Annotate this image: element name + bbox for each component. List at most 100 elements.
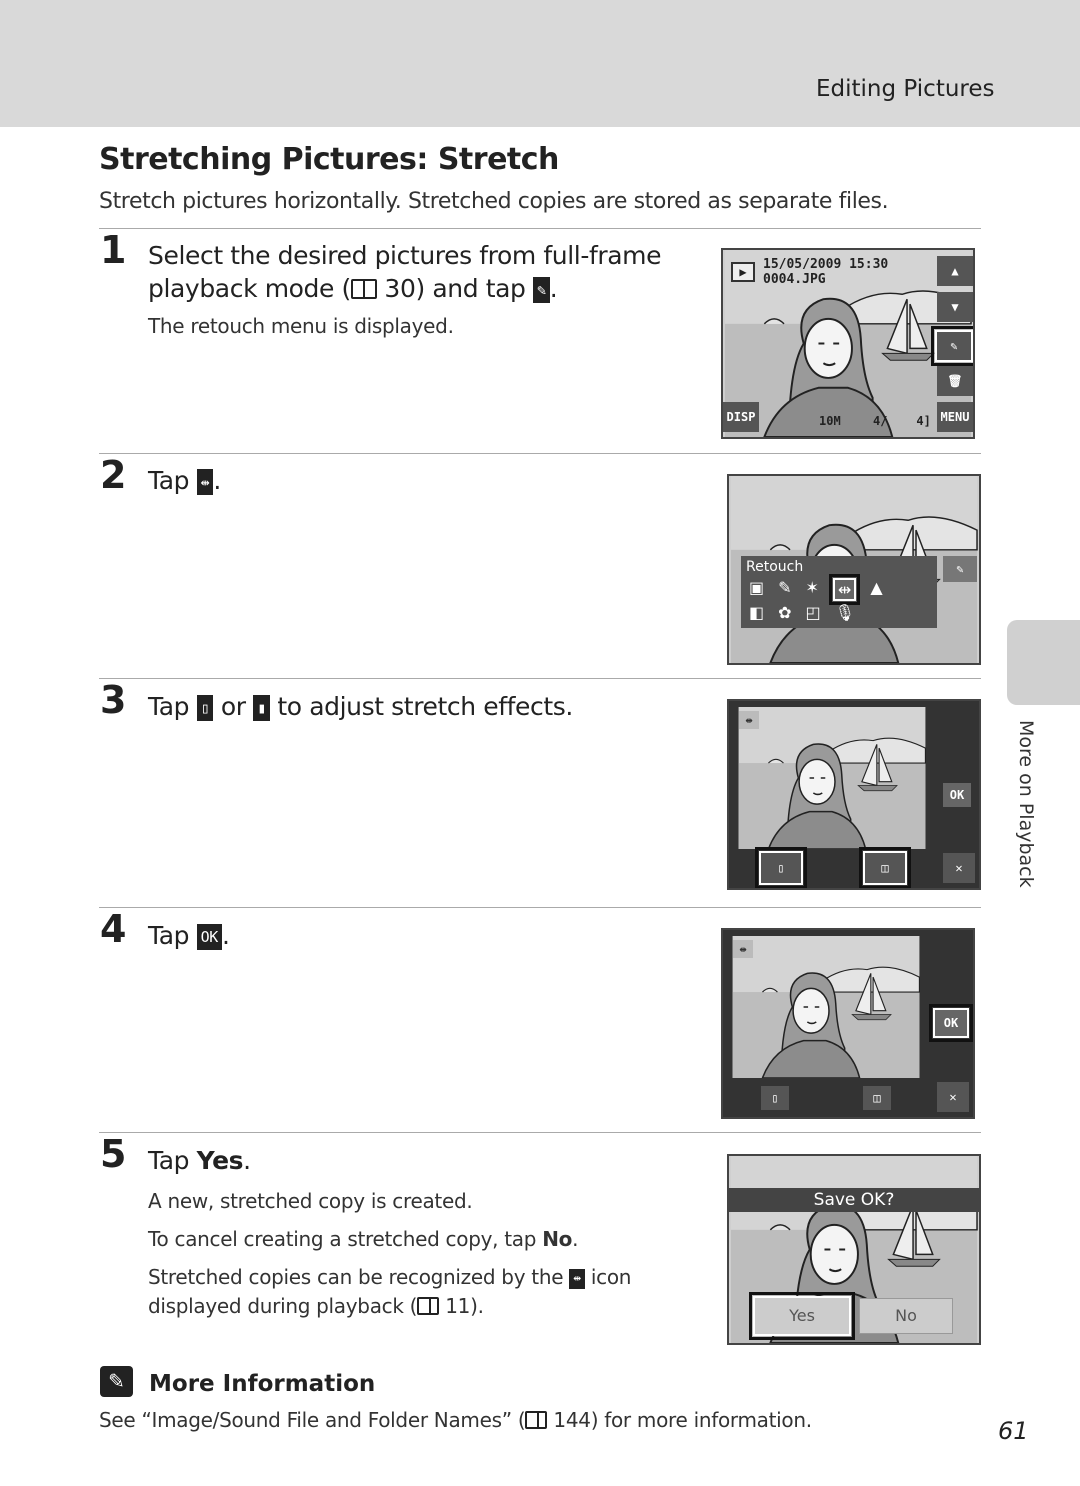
text: Stretched copies can be recognized by th… bbox=[148, 1265, 570, 1289]
text: Tap bbox=[148, 921, 197, 950]
step-number: 2 bbox=[100, 453, 127, 497]
stretch-icon: ⇹ bbox=[196, 469, 214, 495]
narrow-button[interactable]: ▯ bbox=[755, 847, 807, 888]
menu-row: ▣ ✎ ✶ ⇹ ▲ bbox=[741, 574, 937, 605]
skin-softening-icon[interactable]: ✿ bbox=[778, 603, 791, 622]
menu-button[interactable]: MENU bbox=[937, 402, 973, 432]
filter-icon[interactable]: ◧ bbox=[749, 603, 764, 622]
disp-button[interactable]: DISP bbox=[723, 402, 759, 432]
camera-screen-playback: ▶ 15/05/2009 15:30 0004.JPG ▲ ▼ ✎ 🗑 MENU … bbox=[721, 248, 975, 439]
step-note: Stretched copies can be recognized by th… bbox=[148, 1263, 631, 1321]
text: See “Image/Sound File and Folder Names” … bbox=[99, 1408, 526, 1432]
quick-retouch-icon[interactable]: ▣ bbox=[749, 578, 764, 601]
ok-button[interactable]: OK bbox=[943, 783, 971, 807]
page-title: Stretching Pictures: Stretch bbox=[99, 142, 559, 177]
widen-button[interactable]: ◫ bbox=[863, 1086, 891, 1110]
file-name: 0004.JPG bbox=[763, 272, 826, 287]
ok-icon: OK bbox=[196, 924, 222, 950]
text: displayed during playback ( bbox=[148, 1294, 418, 1318]
step-note: The retouch menu is displayed. bbox=[148, 314, 454, 338]
text: Tap bbox=[148, 1146, 197, 1175]
cancel-button[interactable]: ✕ bbox=[937, 1082, 969, 1112]
book-icon bbox=[417, 1297, 440, 1315]
divider bbox=[99, 453, 981, 454]
step-1-text: Select the desired pictures from full-fr… bbox=[148, 239, 662, 305]
d-lighting-icon[interactable]: ✶ bbox=[806, 578, 819, 601]
text: 144) for more information. bbox=[547, 1408, 812, 1432]
more-info-text: See “Image/Sound File and Folder Names” … bbox=[99, 1406, 812, 1435]
save-prompt: Save OK? bbox=[729, 1188, 979, 1212]
divider bbox=[99, 678, 981, 679]
cancel-button[interactable]: ✕ bbox=[943, 853, 975, 883]
widen-icon: ▮ bbox=[253, 695, 270, 721]
retouch-button[interactable]: ✎ bbox=[931, 326, 973, 366]
divider bbox=[99, 1132, 981, 1133]
side-tab-label: More on Playback bbox=[1015, 720, 1037, 888]
text-line: Stretched copies can be recognized by th… bbox=[148, 1263, 631, 1292]
narrow-icon: ▯ bbox=[196, 695, 214, 721]
step-3-text: Tap ▯ or ▮ to adjust stretch effects. bbox=[148, 690, 573, 723]
perspective-icon[interactable]: ▲ bbox=[870, 578, 882, 601]
frame-counter: 4/ 4] bbox=[873, 414, 931, 428]
menu-row: ◧ ✿ ◰ 🎙 bbox=[741, 601, 937, 624]
text-line: displayed during playback ( 11). bbox=[148, 1292, 631, 1321]
stretch-icon: ⇹ bbox=[569, 1269, 585, 1289]
text: . bbox=[572, 1227, 579, 1251]
text: playback mode ( bbox=[148, 274, 351, 303]
small-picture-icon[interactable]: ◰ bbox=[806, 603, 821, 622]
paint-icon[interactable]: ✎ bbox=[778, 578, 791, 601]
narrow-button[interactable]: ▯ bbox=[761, 1086, 789, 1110]
no-button[interactable]: No bbox=[859, 1298, 953, 1334]
text: icon bbox=[584, 1265, 632, 1289]
image-size: 10M bbox=[819, 414, 841, 428]
retouch-menu: Retouch ▣ ✎ ✶ ⇹ ▲ ◧ ✿ ◰ 🎙 bbox=[741, 556, 937, 628]
no-label: No bbox=[542, 1227, 573, 1251]
book-icon bbox=[525, 1411, 548, 1429]
play-icon: ▶ bbox=[731, 262, 755, 282]
text: Tap bbox=[148, 466, 197, 495]
step-note: To cancel creating a stretched copy, tap… bbox=[148, 1225, 578, 1254]
divider bbox=[99, 228, 981, 229]
divider bbox=[99, 907, 981, 908]
voice-memo-icon[interactable]: 🎙 bbox=[835, 603, 855, 622]
scroll-down-button[interactable]: ▼ bbox=[937, 292, 973, 322]
text: . bbox=[213, 466, 221, 495]
text: . bbox=[549, 274, 558, 303]
step-text-line: Select the desired pictures from full-fr… bbox=[148, 241, 662, 270]
page-number: 61 bbox=[998, 1417, 1029, 1445]
step-2-text: Tap ⇹. bbox=[148, 464, 221, 497]
more-info-title: More Information bbox=[149, 1371, 376, 1397]
text: 11). bbox=[439, 1294, 484, 1318]
date-time: 15/05/2009 15:30 bbox=[763, 257, 889, 272]
text: or bbox=[213, 692, 254, 721]
text: . bbox=[243, 1146, 251, 1175]
ok-button[interactable]: OK bbox=[929, 1004, 973, 1042]
step-text-line: playback mode ( 30) and tap ✎. bbox=[148, 272, 661, 305]
scroll-up-button[interactable]: ▲ bbox=[937, 256, 973, 286]
stretch-icon: ⇹ bbox=[733, 940, 753, 958]
step-number: 1 bbox=[100, 228, 127, 272]
more-info-icon: ✎ bbox=[100, 1366, 133, 1397]
delete-button[interactable]: 🗑 bbox=[937, 366, 973, 396]
text: To cancel creating a stretched copy, tap bbox=[148, 1227, 543, 1251]
step-note: A new, stretched copy is created. bbox=[148, 1189, 473, 1213]
widen-button[interactable]: ◫ bbox=[859, 847, 911, 888]
step-5-text: Tap Yes. bbox=[148, 1144, 251, 1177]
stretch-icon[interactable]: ⇹ bbox=[828, 574, 861, 605]
step-number: 3 bbox=[100, 678, 127, 722]
retouch-icon: ✎ bbox=[533, 277, 550, 303]
step-number: 4 bbox=[100, 907, 127, 951]
image-info: 15/05/2009 15:30 0004.JPG bbox=[763, 257, 888, 287]
text: 30) and tap bbox=[376, 274, 534, 303]
step-number: 5 bbox=[100, 1132, 127, 1176]
side-tab[interactable] bbox=[1007, 620, 1080, 705]
step-4-text: Tap OK. bbox=[148, 919, 230, 952]
camera-screen-stretch: ⇹ OK ▯ ◫ ✕ bbox=[727, 699, 981, 890]
yes-button[interactable]: Yes bbox=[749, 1292, 855, 1340]
text: Tap bbox=[148, 692, 197, 721]
camera-screen-retouch-menu: Retouch ▣ ✎ ✶ ⇹ ▲ ◧ ✿ ◰ 🎙 ✎ bbox=[727, 474, 981, 665]
stretch-icon: ⇹ bbox=[739, 711, 759, 729]
book-icon bbox=[350, 279, 377, 299]
yes-label: Yes bbox=[196, 1146, 244, 1175]
section-title: Editing Pictures bbox=[816, 76, 995, 102]
